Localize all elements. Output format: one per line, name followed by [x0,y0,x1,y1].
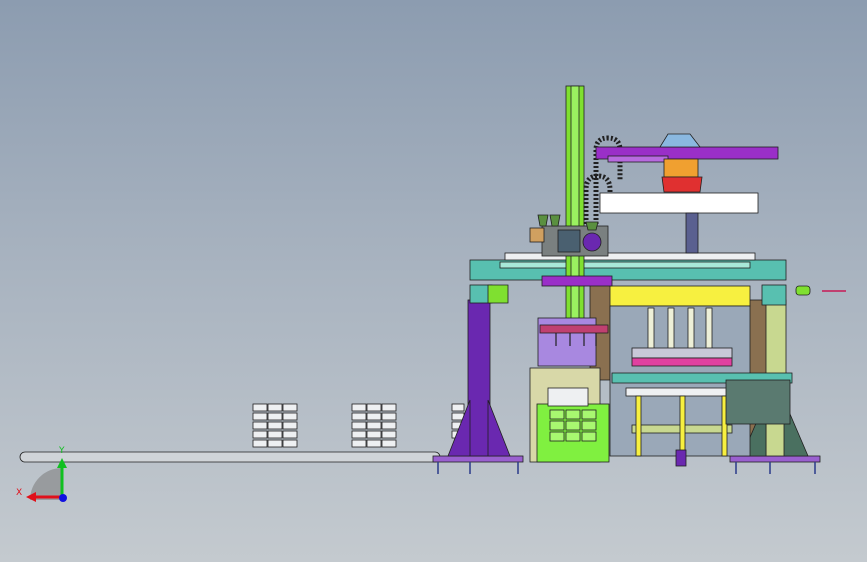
gantry-leg-left [467,299,491,457]
yellow-crossbar [607,285,751,307]
tray-stack-2 [351,403,397,448]
head-orange [663,158,699,178]
white-beam-post [685,212,699,254]
gantry-leg-right-cap [761,284,787,306]
cad-viewport[interactable]: Y X [0,0,867,562]
base-rail-left [432,455,524,463]
base-rail-right [729,455,821,463]
conveyor-belt [19,451,441,463]
triad-y-label: Y [58,446,65,456]
machine-center-post [675,449,687,467]
motor-dial [582,232,602,252]
motor-cap-2 [549,214,561,227]
gantry-top-beam-stripe [499,261,751,269]
view-triad-icon [26,458,67,502]
machine-magenta-bar [631,357,733,367]
side-tool [795,285,811,296]
gripper-plate [539,324,609,334]
triad-x-label: X [16,488,22,498]
motor-side [529,227,545,243]
machine-top-plate [631,347,733,359]
tray-stack-1 [252,403,298,448]
head-red [661,176,703,193]
bin-cells [549,409,597,442]
motor-cap-3 [585,221,599,231]
purple-carriage [541,275,613,287]
gantry-leg-left-gusset-2 [487,399,511,457]
head-top [659,133,701,148]
machine-side-unit [725,379,791,425]
purple-arm-lower [607,155,669,163]
base-feet [437,462,816,474]
motor-cap-1 [537,214,549,227]
motor-panel [557,229,581,253]
vertical-column-core [570,85,580,327]
white-beam [599,192,759,214]
bin-lid [547,387,589,407]
gantry-leg-left-bracket [487,284,509,304]
assembly-model[interactable]: Y X [0,0,867,562]
